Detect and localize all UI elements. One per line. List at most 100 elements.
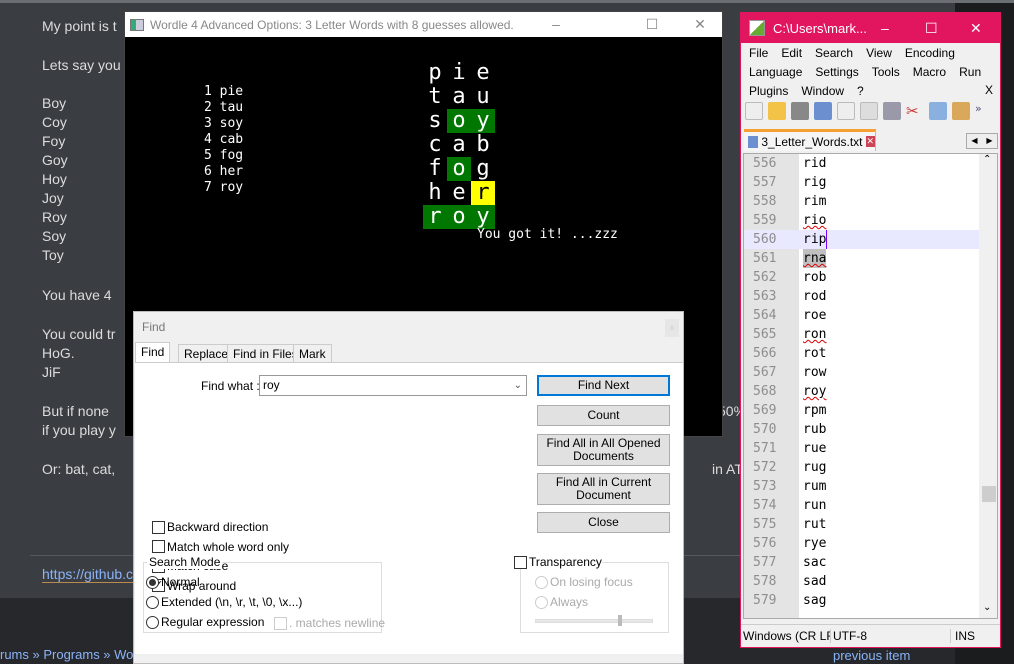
on-losing-focus-radio[interactable]: On losing focus (535, 575, 633, 589)
count-button[interactable]: Count (537, 405, 670, 426)
menu-tools[interactable]: Tools (872, 65, 900, 79)
editor-line[interactable]: 564 roe (744, 306, 984, 325)
editor-line[interactable]: 568 roy (744, 382, 984, 401)
radio-circle[interactable] (146, 615, 159, 629)
editor-line[interactable]: 563 rod (744, 287, 984, 306)
radio-circle[interactable] (146, 575, 159, 589)
tab-replace[interactable]: Replace (178, 344, 235, 362)
tab-find[interactable]: Find (135, 342, 171, 364)
close-button[interactable]: Close (537, 512, 670, 533)
editor-line[interactable]: 557 rig (744, 173, 984, 192)
close-button[interactable]: ✕ (677, 12, 723, 37)
close-tab-icon[interactable]: ✕ (865, 136, 875, 147)
menu-plugins[interactable]: Plugins (749, 84, 788, 98)
editor-line[interactable]: 559 rio (744, 211, 984, 230)
always-radio[interactable]: Always (535, 595, 588, 609)
post-text-line: Foy (42, 133, 66, 149)
option-checkbox[interactable]: Backward direction (152, 520, 268, 534)
matches-newline-checkbox[interactable]: . matches newline (274, 616, 385, 630)
scroll-up-icon[interactable]: ⌃ (983, 154, 991, 165)
breadcrumb[interactable]: rums » Programs » Wo (0, 647, 133, 662)
option-checkbox[interactable]: Match whole word only (152, 540, 289, 554)
paste-icon[interactable] (952, 102, 970, 120)
editor-line[interactable]: 571 rue (744, 439, 984, 458)
grid-row: roy (423, 205, 495, 229)
editor-line[interactable]: 579 sag (744, 591, 984, 610)
editor-line[interactable]: 576 rye (744, 534, 984, 553)
previous-item-link[interactable]: previous item (833, 648, 910, 663)
editor-line[interactable]: 567 row (744, 363, 984, 382)
menu-window[interactable]: Window (801, 84, 844, 98)
editor-line[interactable]: 569 rpm (744, 401, 984, 420)
tab-scroll-buttons[interactable]: ◀ ▶ (966, 133, 998, 149)
cut-icon[interactable]: ✂ (906, 102, 924, 120)
find-dialog: Find x Find Replace Find in Files Mark F… (133, 311, 684, 664)
editor-line[interactable]: 565 ron (744, 325, 984, 344)
transparency-slider[interactable] (535, 615, 653, 626)
save-icon[interactable] (791, 102, 809, 120)
close-icon[interactable]: x (665, 319, 679, 337)
text-editor[interactable]: 556 rid 557 rig 558 rim 559 rio 560 rip 561 rna 562 r… (743, 153, 998, 619)
checkbox-box[interactable] (152, 540, 165, 553)
more-icon[interactable]: » (975, 102, 982, 120)
editor-line[interactable]: 574 run (744, 496, 984, 515)
menu-help[interactable]: ? (857, 84, 864, 98)
post-text-line: Boy (42, 95, 67, 111)
tab-3-letter-words[interactable]: 3_Letter_Words.txt ✕ (744, 129, 876, 151)
menu-edit[interactable]: Edit (781, 46, 802, 60)
line-text: rig (803, 175, 827, 190)
menu-run[interactable]: Run (959, 65, 981, 79)
maximize-button[interactable]: ☐ (629, 12, 675, 37)
menu-search[interactable]: Search (815, 46, 853, 60)
save-all-icon[interactable] (814, 102, 832, 120)
editor-line[interactable]: 575 rut (744, 515, 984, 534)
find-all-current-button[interactable]: Find All in Current Document (537, 473, 670, 505)
find-next-button[interactable]: Find Next (537, 375, 670, 396)
open-file-icon[interactable] (768, 102, 786, 120)
search-mode-radio[interactable]: Normal (146, 575, 200, 589)
mode-label: Extended (\n, \r, \t, \0, \x...) (161, 595, 303, 609)
menu-language[interactable]: Language (749, 65, 802, 79)
maximize-button[interactable]: ☐ (925, 20, 938, 37)
close-file-icon[interactable] (837, 102, 855, 120)
minimize-button[interactable]: – (533, 12, 579, 37)
menu-settings[interactable]: Settings (815, 65, 858, 79)
transparency-checkbox[interactable]: Transparency (514, 555, 602, 569)
new-file-icon[interactable] (745, 102, 763, 120)
menu-file[interactable]: File (749, 46, 768, 60)
minimize-button[interactable]: – (881, 20, 889, 36)
close-button[interactable]: ✕ (970, 20, 982, 37)
menu-encoding[interactable]: Encoding (905, 46, 955, 60)
scroll-thumb[interactable] (982, 486, 996, 502)
find-what-input[interactable]: roy ⌄ (259, 375, 527, 396)
grid-row: pie (423, 61, 495, 85)
menu-view[interactable]: View (866, 46, 892, 60)
close-all-icon[interactable] (860, 102, 878, 120)
editor-line[interactable]: 572 rug (744, 458, 984, 477)
checkbox-box[interactable] (152, 520, 165, 534)
close-document-button[interactable]: X (985, 83, 993, 97)
copy-icon[interactable] (929, 102, 947, 120)
scroll-down-icon[interactable]: ⌄ (983, 602, 991, 613)
vertical-scrollbar[interactable]: ⌃ ⌄ (979, 154, 997, 618)
search-mode-radio[interactable]: Extended (\n, \r, \t, \0, \x...) (146, 595, 302, 609)
editor-line[interactable]: 556 rid (744, 154, 984, 173)
radio-circle[interactable] (146, 595, 159, 609)
editor-line[interactable]: 562 rob (744, 268, 984, 287)
editor-line[interactable]: 577 sac (744, 553, 984, 572)
find-all-opened-button[interactable]: Find All in All Opened Documents (537, 434, 670, 466)
editor-line[interactable]: 566 rot (744, 344, 984, 363)
editor-line[interactable]: 573 rum (744, 477, 984, 496)
chevron-down-icon[interactable]: ⌄ (514, 376, 522, 395)
tab-mark[interactable]: Mark (293, 344, 332, 362)
print-icon[interactable] (883, 102, 901, 120)
editor-line[interactable]: 560 rip (744, 230, 984, 249)
editor-line[interactable]: 570 rub (744, 420, 984, 439)
editor-line[interactable]: 578 sad (744, 572, 984, 591)
github-link[interactable]: https://github.c (42, 566, 134, 583)
search-mode-radio[interactable]: Regular expression (146, 615, 264, 629)
editor-line[interactable]: 561 rna (744, 249, 984, 268)
letter-cell: a (452, 132, 466, 157)
menu-macro[interactable]: Macro (913, 65, 946, 79)
editor-line[interactable]: 558 rim (744, 192, 984, 211)
